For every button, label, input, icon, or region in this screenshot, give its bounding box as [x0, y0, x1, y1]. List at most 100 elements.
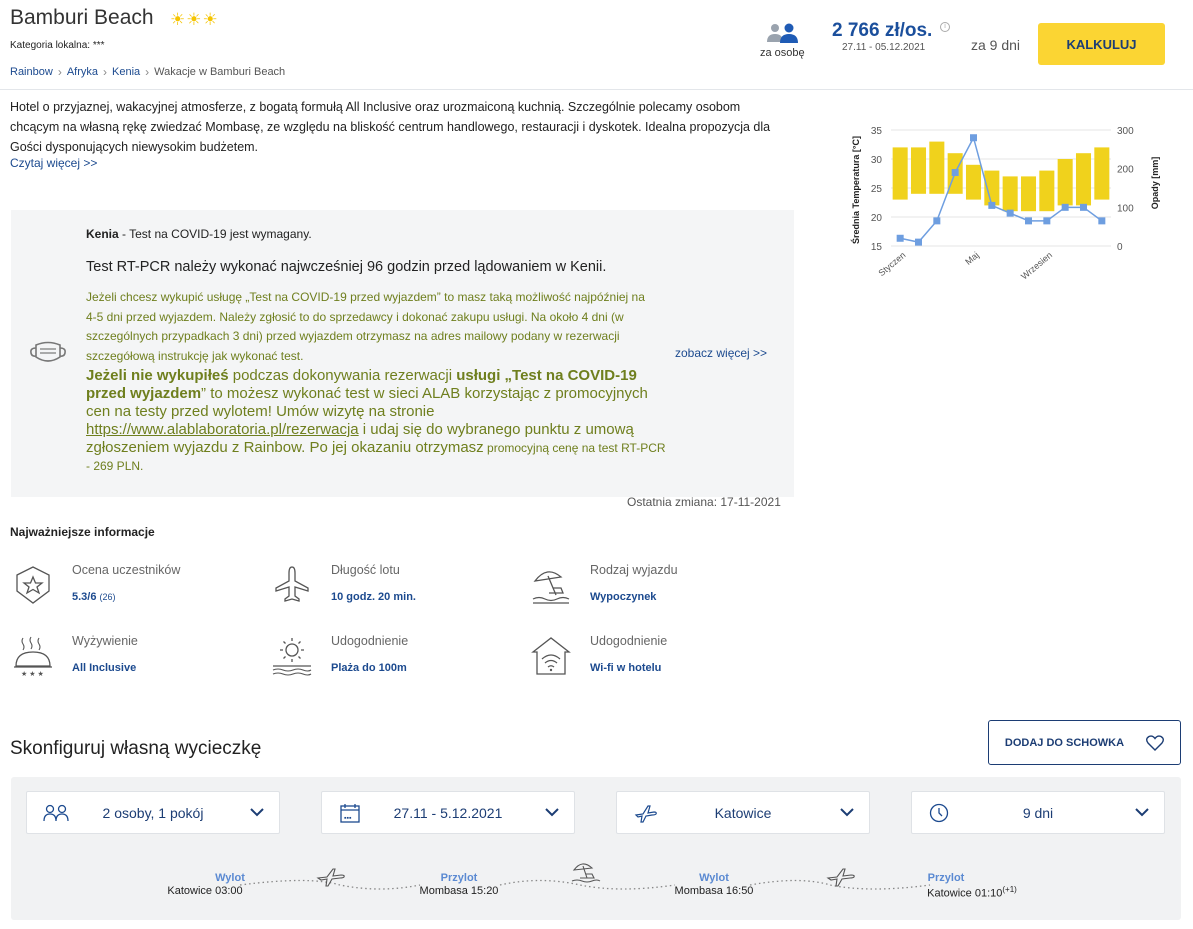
rating-value-line: 5.3/6 (26)	[72, 591, 116, 603]
last-change: Ostatnia zmiana: 17-11-2021	[627, 495, 781, 509]
board-value: All Inclusive	[72, 662, 137, 674]
precipitation-point	[1080, 203, 1087, 211]
y-tick-label: 30	[871, 155, 883, 166]
face-mask-icon	[30, 341, 66, 362]
flight-3-value: Mombasa 16:50	[674, 885, 754, 897]
airplane-icon	[275, 566, 309, 602]
precipitation-point	[988, 201, 996, 209]
precipitation-point	[951, 169, 959, 177]
flight-3-label: Wylot	[699, 872, 729, 884]
x-tick-label: Maj	[963, 250, 981, 267]
flight-length-label: Długość lotu	[331, 563, 400, 577]
calculate-button[interactable]: KALKULUJ	[1038, 23, 1165, 65]
precipitation-point	[1025, 217, 1032, 225]
temperature-bar	[892, 147, 908, 200]
price: 2 766 zł/os.	[832, 20, 933, 41]
flight-4-value: Katowice 01:10	[927, 887, 1003, 900]
rating-label: Ocena uczestników	[72, 563, 181, 577]
flight-4-label: Przylot	[927, 872, 965, 884]
flight-1-label: Wylot	[215, 872, 245, 884]
temperature-bar	[1057, 159, 1073, 206]
chevron-down-icon	[545, 808, 559, 817]
breadcrumb-current: Wakacje w Bamburi Beach	[154, 66, 286, 78]
key-info-trip-type: Rodzaj wyjazdu Wypoczynek	[529, 563, 759, 613]
x-tick-label: Wrzesien	[1019, 250, 1054, 282]
climate-chart: 15 20 25 30 35 0 100 200 300 Styczen Maj Wrzesien Śr…	[850, 126, 1160, 282]
duration-value: 9 dni	[1022, 805, 1054, 821]
beach-value: Plaża do 100m	[331, 662, 407, 674]
board-label: Wyżywienie	[72, 634, 138, 648]
temperature-bar	[1002, 176, 1018, 212]
per-person-label: za osobę	[760, 47, 805, 59]
precipitation-point	[933, 217, 941, 225]
flight-2-value: Mombasa 15:20	[419, 885, 499, 897]
chevron-down-icon	[250, 808, 264, 817]
temperature-bar	[965, 164, 982, 200]
read-more-link[interactable]: Czytaj więcej >>	[10, 156, 97, 170]
travelers-value: 2 osoby, 1 pokój	[102, 805, 204, 821]
sun-sea-icon	[272, 638, 312, 676]
temperature-bar	[1039, 170, 1055, 212]
covid-main-info: Test RT-PCR należy wykonać najwcześniej …	[86, 259, 607, 275]
temperature-bar	[1094, 147, 1110, 200]
covid-service-info: Jeżeli chcesz wykupić usługę „Test na CO…	[86, 290, 645, 363]
trip-type-value: Wypoczynek	[590, 591, 657, 603]
y-tick-label: 20	[871, 213, 883, 224]
breadcrumb-kenia[interactable]: Kenia	[112, 66, 140, 78]
dates-select[interactable]: ▪▪▪ 27.11 - 5.12.2021	[321, 791, 575, 834]
food-cloche-icon: ★ ★ ★	[14, 636, 52, 678]
alab-link[interactable]: https://www.alablaboratoria.pl/rezerwacj…	[86, 421, 359, 438]
dates-value: 27.11 - 5.12.2021	[393, 805, 503, 821]
precipitation-point	[1043, 217, 1051, 225]
rating-value: 5.3/6	[72, 591, 97, 603]
key-info-flight: Długość lotu 10 godz. 20 min.	[270, 563, 500, 613]
key-info-rating: Ocena uczestników 5.3/6 (26)	[11, 563, 241, 613]
people-icon	[767, 23, 798, 43]
temperature-bar	[910, 147, 927, 194]
y-axis-title: Średnia Temperatura [°C]	[850, 136, 861, 244]
y2-tick-label: 300	[1117, 126, 1134, 137]
svg-text:★ ★ ★: ★ ★ ★	[21, 670, 44, 678]
local-category: Kategoria lokalna: ***	[10, 40, 105, 51]
y-tick-label: 35	[871, 126, 883, 137]
key-info-beach: Udogodnienie Plaża do 100m	[270, 634, 500, 684]
flight-length-value: 10 godz. 20 min.	[331, 591, 416, 603]
flight-timeline	[239, 863, 931, 890]
add-to-favorites-button[interactable]: DODAJ DO SCHOWKA	[988, 720, 1181, 765]
chevron-down-icon	[840, 808, 854, 817]
wifi-label: Udogodnienie	[590, 634, 668, 648]
key-info-wifi: Udogodnienie Wi-fi w hotelu	[529, 634, 759, 684]
travelers-select[interactable]: 2 osoby, 1 pokój	[26, 791, 280, 834]
beach-umbrella-icon	[532, 571, 570, 604]
flight-4-value-line: Katowice 01:10(+1)	[912, 885, 1032, 900]
temperature-bar	[1075, 153, 1092, 206]
trip-type-label: Rodzaj wyjazdu	[590, 563, 678, 577]
temperature-bar	[929, 141, 945, 194]
departure-select[interactable]: Katowice	[616, 791, 870, 834]
duration-select[interactable]: 9 dni	[911, 791, 1165, 834]
breadcrumb-afryka[interactable]: Afryka	[67, 66, 98, 78]
chevron-down-icon	[1135, 808, 1149, 817]
info-icon[interactable]: i	[940, 22, 950, 32]
chevron-right-icon: ›	[103, 65, 107, 79]
hotel-stars: ☀☀☀	[170, 10, 219, 29]
rating-badge-icon	[16, 566, 50, 604]
add-to-favorites-label: DODAJ DO SCHOWKA	[1004, 736, 1125, 749]
wifi-value: Wi-fi w hotelu	[590, 662, 662, 674]
temperature-bar	[1020, 176, 1037, 212]
covid-requirement: - Test na COVID-19 jest wymagany.	[118, 227, 312, 241]
wifi-house-icon	[531, 637, 571, 675]
breadcrumb: Rainbow › Afryka › Kenia › Wakacje w Bam…	[10, 65, 285, 79]
see-more-link[interactable]: zobacz więcej >>	[675, 346, 767, 360]
y2-tick-label: 200	[1117, 165, 1134, 176]
departure-value: Katowice	[714, 805, 772, 821]
key-info-title: Najważniejsze informacje	[10, 525, 155, 539]
flight-4-next-day: (+1)	[1002, 885, 1017, 894]
rating-count: (26)	[99, 592, 116, 602]
covid-country: Kenia	[86, 227, 119, 241]
breadcrumb-rainbow[interactable]: Rainbow	[10, 66, 53, 78]
precipitation-point	[1098, 217, 1106, 225]
covid-country-line: Kenia - Test na COVID-19 jest wymagany.	[86, 227, 312, 241]
beach-umbrella-icon	[571, 863, 601, 883]
precipitation-point	[896, 234, 904, 242]
